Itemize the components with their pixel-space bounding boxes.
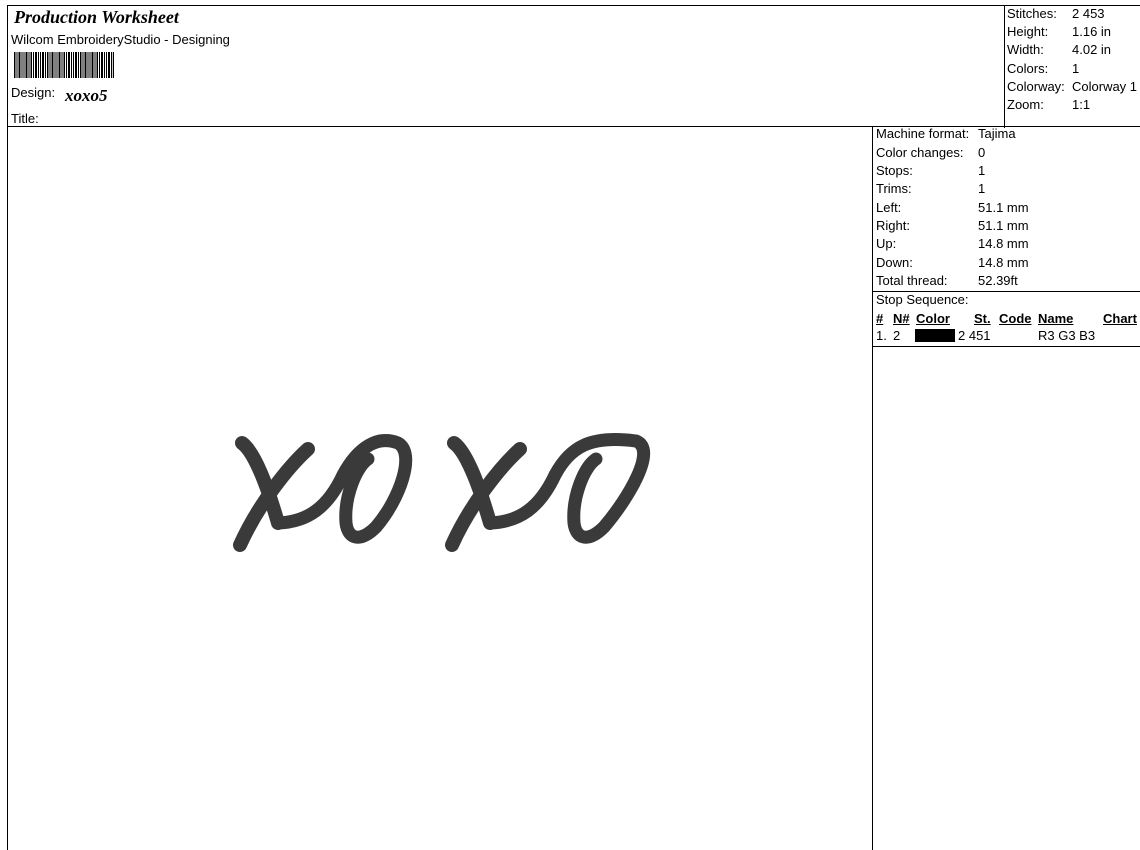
application-name: Wilcom EmbroideryStudio - Designing — [11, 32, 230, 47]
detail-value: 1 — [978, 163, 986, 178]
detail-label: Total thread: — [876, 273, 948, 288]
stop-stitches: 2 451 — [958, 328, 991, 343]
production-worksheet: Production Worksheet Wilcom EmbroiderySt… — [0, 0, 1140, 850]
stop-thread-name: R3 G3 B3 — [1038, 328, 1096, 343]
detail-row-down: Down: 14.8 mm — [873, 255, 1140, 273]
worksheet-header: Production Worksheet Wilcom EmbroiderySt… — [7, 5, 1140, 128]
detail-value: 0 — [978, 145, 986, 160]
column-header-needle: N# — [893, 311, 910, 326]
summary-label: Colorway: — [1007, 79, 1065, 94]
summary-label: Height: — [1007, 24, 1049, 39]
detail-value: 14.8 mm — [978, 255, 1029, 270]
detail-row-up: Up: 14.8 mm — [873, 236, 1140, 254]
detail-value: 1 — [978, 181, 986, 196]
summary-value: 1 — [1072, 61, 1080, 76]
summary-value: 2 453 — [1072, 6, 1105, 21]
column-header-stitches: St. — [974, 311, 991, 326]
design-label: Design: — [11, 85, 56, 100]
summary-row-zoom: Zoom: 1:1 — [1005, 97, 1140, 115]
column-header-color: Color — [916, 311, 950, 326]
design-preview — [233, 433, 651, 552]
detail-value: Tajima — [978, 126, 1016, 141]
column-header-code: Code — [999, 311, 1032, 326]
design-name: xoxo5 — [65, 86, 108, 105]
detail-row-left: Left: 51.1 mm — [873, 200, 1140, 218]
detail-row-trims: Trims: 1 — [873, 181, 1140, 199]
detail-label: Machine format: — [876, 126, 970, 141]
column-header-chart: Chart — [1103, 311, 1137, 326]
detail-value: 51.1 mm — [978, 218, 1029, 233]
column-header-index: # — [876, 311, 884, 326]
detail-label: Color changes: — [876, 145, 964, 160]
detail-row-color-changes: Color changes: 0 — [873, 145, 1140, 163]
stop-index: 1. — [876, 328, 887, 343]
summary-label: Zoom: — [1007, 97, 1044, 112]
summary-value: Colorway 1 — [1072, 79, 1138, 94]
detail-label: Stops: — [876, 163, 913, 178]
detail-label: Trims: — [876, 181, 912, 196]
machine-details: Machine format: Tajima Color changes: 0 … — [872, 126, 1140, 850]
detail-value: 14.8 mm — [978, 236, 1029, 251]
stop-needle: 2 — [893, 328, 901, 343]
summary-label: Width: — [1007, 42, 1044, 57]
detail-row-machine-format: Machine format: Tajima — [873, 126, 1140, 144]
summary-value: 4.02 in — [1072, 42, 1112, 57]
table-bottom-border — [873, 346, 1140, 347]
detail-value: 51.1 mm — [978, 200, 1029, 215]
barcode — [14, 52, 114, 78]
stop-sequence-title: Stop Sequence: — [876, 292, 969, 307]
summary-row-height: Height: 1.16 in — [1005, 24, 1140, 42]
worksheet-title: Production Worksheet — [14, 7, 179, 27]
summary-row-width: Width: 4.02 in — [1005, 42, 1140, 60]
summary-label: Colors: — [1007, 61, 1049, 76]
detail-row-stops: Stops: 1 — [873, 163, 1140, 181]
summary-value: 1:1 — [1072, 97, 1091, 112]
detail-label: Right: — [876, 218, 910, 233]
column-header-name: Name — [1038, 311, 1074, 326]
summary-label: Stitches: — [1007, 6, 1057, 21]
summary-row-colorway: Colorway: Colorway 1 — [1005, 79, 1140, 97]
summary-row-stitches: Stitches: 2 453 — [1005, 6, 1140, 24]
title-label: Title: — [11, 111, 39, 126]
color-swatch — [915, 329, 955, 342]
design-summary: Stitches: 2 453 Height: 1.16 in Width: 4… — [1004, 6, 1140, 128]
detail-value: 52.39ft — [978, 273, 1018, 288]
summary-value: 1.16 in — [1072, 24, 1112, 39]
detail-label: Down: — [876, 255, 913, 270]
detail-row-total-thread: Total thread: 52.39ft — [873, 273, 1140, 291]
detail-label: Up: — [876, 236, 897, 251]
detail-row-right: Right: 51.1 mm — [873, 218, 1140, 236]
detail-label: Left: — [876, 200, 902, 215]
summary-row-colors: Colors: 1 — [1005, 61, 1140, 79]
